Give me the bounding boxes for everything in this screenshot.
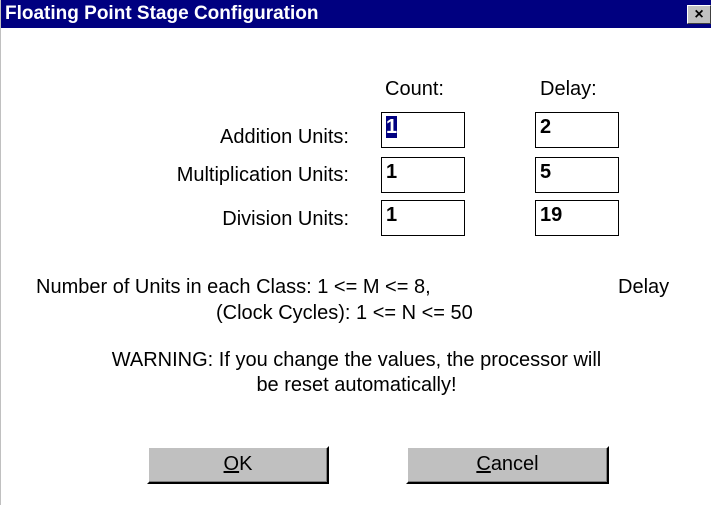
- division-count-value: 1: [386, 204, 398, 226]
- multiplication-units-label: Multiplication Units:: [176, 164, 349, 186]
- multiplication-delay-value: 5: [540, 161, 552, 183]
- floating-point-config-dialog: Floating Point Stage Configuration × Cou…: [0, 0, 711, 505]
- addition-count-value: 1: [386, 116, 398, 138]
- window-title: Floating Point Stage Configuration: [5, 3, 319, 24]
- warning-text-line2: be reset automatically!: [256, 374, 457, 396]
- division-units-label: Division Units:: [222, 208, 349, 230]
- addition-delay-field[interactable]: 2: [535, 112, 619, 148]
- title-bar[interactable]: Floating Point Stage Configuration ×: [1, 0, 711, 28]
- cancel-button[interactable]: Cancel: [406, 446, 609, 484]
- multiplication-delay-field[interactable]: 5: [535, 157, 619, 193]
- delay-range-info-start: Delay: [618, 276, 670, 298]
- ok-button[interactable]: OK: [147, 446, 329, 484]
- close-button[interactable]: ×: [687, 5, 711, 24]
- clock-cycle-range-info: (Clock Cycles): 1 <= N <= 50: [216, 302, 473, 324]
- ok-label: K: [239, 453, 253, 475]
- delay-column-header: Delay:: [540, 78, 597, 100]
- division-delay-value: 19: [540, 204, 563, 226]
- count-column-header: Count:: [385, 78, 444, 100]
- multiplication-count-field[interactable]: 1: [381, 157, 465, 193]
- ok-accelerator: O: [223, 453, 240, 475]
- addition-count-field[interactable]: 1: [381, 112, 465, 148]
- division-count-field[interactable]: 1: [381, 200, 465, 236]
- close-icon: ×: [694, 6, 704, 23]
- cancel-label: ancel: [490, 453, 539, 475]
- multiplication-count-value: 1: [386, 161, 398, 183]
- warning-text-line1: WARNING: If you change the values, the p…: [111, 349, 602, 371]
- unit-range-info: Number of Units in each Class: 1 <= M <=…: [36, 276, 431, 298]
- cancel-accelerator: C: [476, 453, 491, 475]
- addition-delay-value: 2: [540, 116, 552, 138]
- addition-units-label: Addition Units:: [220, 126, 349, 148]
- division-delay-field[interactable]: 19: [535, 200, 619, 236]
